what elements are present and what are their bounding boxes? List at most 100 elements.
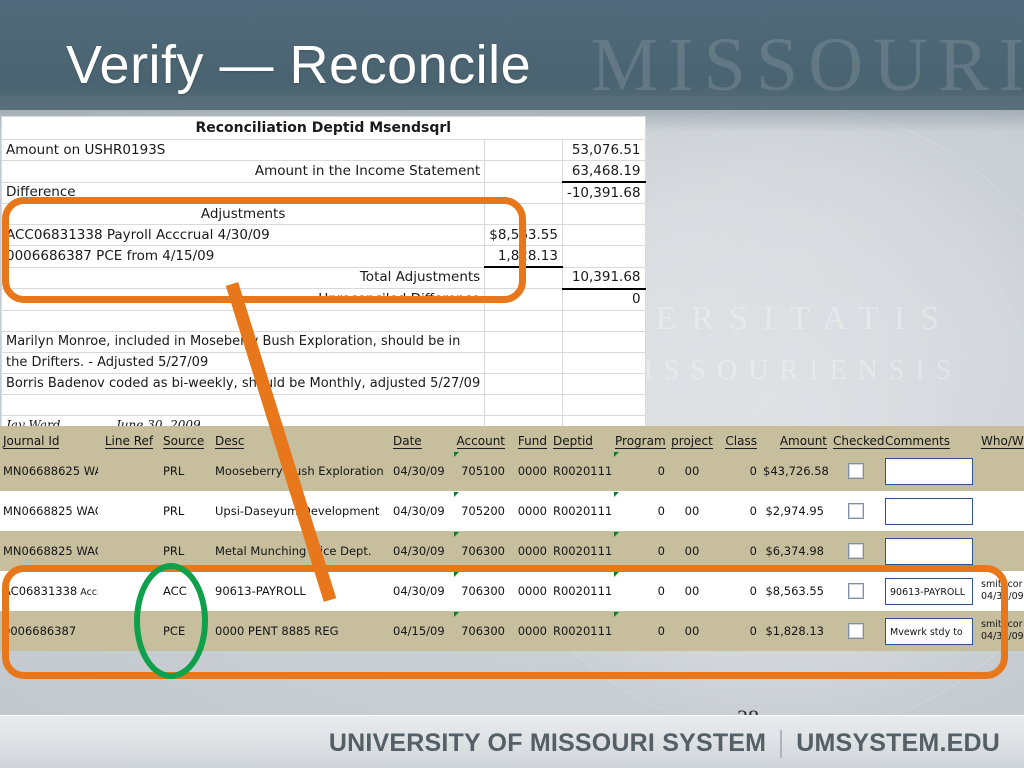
cell-class: 0	[716, 611, 760, 651]
cell-program: 0	[612, 491, 668, 531]
reconciliation-row-adjustment-amount	[484, 160, 563, 183]
checkbox-checked[interactable]	[848, 623, 864, 639]
comment-input[interactable]	[885, 497, 973, 525]
page-title: Verify — Reconcile	[66, 35, 532, 95]
table-row[interactable]: MN0668825 WAG PRL Metal Munching Mice Dept…	[0, 531, 1024, 571]
cell-deptid: R0020111	[550, 531, 612, 571]
comment-input[interactable]: Mvewrk stdy to	[885, 617, 973, 645]
cell-desc: 0000 PENT 8885 REG	[212, 611, 390, 651]
cell-line-ref	[98, 531, 160, 571]
cell-journal-id: MN06688625 WAG	[0, 451, 98, 491]
footer-divider	[780, 729, 783, 758]
column-header-label: Class	[725, 434, 757, 449]
reconciliation-row-label: Amount on USHR0193S	[0, 139, 486, 161]
cell-class: 0	[716, 451, 760, 491]
who-label: smithcor	[981, 579, 1023, 590]
checkbox-checked[interactable]	[848, 583, 864, 599]
cell-class: 0	[716, 491, 760, 531]
reconciliation-row-adjustment-amount: 1,828.13	[484, 245, 563, 268]
table-row[interactable]: MN0668825 WAG PRL Upsi-Daseyum Development…	[0, 491, 1024, 531]
cell-account: 705100	[452, 451, 508, 491]
column-header-source[interactable]: Source	[160, 426, 212, 451]
reconciliation-row: 0006686387 PCE from 4/15/09 1,828.13	[0, 245, 646, 268]
reconciliation-spacer-row	[0, 309, 646, 332]
cell-who-when	[978, 451, 1024, 491]
column-header-account[interactable]: Account	[452, 426, 508, 451]
comment-input[interactable]: 90613-PAYROLL	[885, 577, 973, 605]
cell-who-when	[978, 491, 1024, 531]
column-header-project[interactable]: project	[668, 426, 716, 451]
cell-deptid: R0020111	[550, 451, 612, 491]
cell-line-ref	[98, 611, 160, 651]
cell-source: PCE	[160, 611, 212, 651]
column-header-journal-id[interactable]: Journal Id	[0, 426, 98, 451]
reconciliation-spacer-row	[0, 393, 646, 416]
reconciliation-row-label: Adjustments	[0, 203, 486, 225]
reconciliation-row: Amount on USHR0193S 53,076.51	[0, 139, 646, 161]
reconciliation-row-adjustment-amount	[484, 203, 563, 225]
reconciliation-row-adjustment-amount: $8,563.55	[484, 224, 563, 246]
column-header-amount[interactable]: Amount	[760, 426, 830, 451]
reconciliation-row-amount: 53,076.51	[561, 139, 646, 161]
column-header-deptid[interactable]: Deptid	[550, 426, 612, 451]
cell-journal-id: MN0668825 WAG	[0, 491, 98, 531]
column-header-program[interactable]: Program	[612, 426, 668, 451]
cell-desc: Mooseberry Bush Exploration	[212, 451, 390, 491]
cell-comments: 90613-PAYROLL	[882, 571, 978, 611]
table-row[interactable]: AC06831338 AccrualACC90613-PAYROLL04/30/…	[0, 571, 1024, 611]
reconciliation-note-row: Marilyn Monroe, included in Moseberry Bu…	[0, 330, 646, 353]
cell-deptid: R0020111	[550, 611, 612, 651]
column-header-who-whe[interactable]: Who/Whe	[978, 426, 1024, 451]
checkbox-checked[interactable]	[848, 503, 864, 519]
reconciliation-row-amount	[561, 245, 646, 268]
column-header-comments[interactable]: Comments	[882, 426, 978, 451]
column-header-date[interactable]: Date	[390, 426, 452, 451]
column-header-class[interactable]: Class	[716, 426, 760, 451]
table-row[interactable]: 0006686387 PCE 0000 PENT 8885 REG 04/15/09 7…	[0, 611, 1024, 651]
cell-project: 00	[668, 571, 716, 611]
reconciliation-note-text: Borris Badenov coded as bi-weekly, shoul…	[0, 372, 486, 395]
cell-account: 706300	[452, 611, 508, 651]
cell-comments: Mvewrk stdy to	[882, 611, 978, 651]
checkbox-checked[interactable]	[848, 463, 864, 479]
cell-account: 705200	[452, 491, 508, 531]
checkbox-checked[interactable]	[848, 543, 864, 559]
spacer-cell	[561, 393, 646, 416]
cell-amount: $1,828.13	[760, 611, 830, 651]
cell-date: 04/30/09	[390, 571, 452, 611]
cell-fund: 0000	[508, 491, 550, 531]
reconciliation-row: Adjustments	[0, 203, 646, 225]
column-header-label: Amount	[779, 434, 827, 449]
cell-desc: Upsi-Daseyum Development	[212, 491, 390, 531]
column-header-label: project	[671, 434, 713, 449]
column-header-checked[interactable]: Checked	[830, 426, 885, 451]
spacer-cell	[561, 309, 646, 332]
cell-who-when: smithcor 04/30/09	[978, 611, 1024, 651]
comment-input[interactable]	[885, 537, 973, 565]
cell-fund: 0000	[508, 531, 550, 571]
reconciliation-row-amount: 10,391.68	[561, 266, 646, 289]
cell-project: 00	[668, 491, 716, 531]
column-header-fund[interactable]: Fund	[508, 426, 550, 451]
cell-source: ACC	[160, 571, 212, 611]
cell-line-ref	[98, 571, 160, 611]
cell-checked	[830, 611, 882, 651]
column-header-label: Journal Id	[3, 434, 60, 449]
cell-checked	[830, 571, 882, 611]
cell-program: 0	[612, 611, 668, 651]
cell-checked	[830, 451, 882, 491]
note-spacer	[484, 372, 563, 395]
column-header-label: Comments	[885, 434, 951, 449]
column-header-label: Checked	[833, 434, 885, 449]
table-row[interactable]: MN06688625 WAG PRLMooseberry Bush Explora…	[0, 451, 1024, 491]
reconciliation-row-amount: 0	[561, 287, 646, 311]
cell-project: 00	[668, 451, 716, 491]
note-spacer	[484, 330, 563, 353]
column-header-desc[interactable]: Desc	[212, 426, 390, 451]
comment-input[interactable]	[885, 457, 973, 485]
when-label: 04/30/09	[981, 591, 1024, 602]
reconciliation-row-label: ACC06831338 Payroll Acccrual 4/30/09	[0, 224, 486, 246]
cell-source: PRL	[160, 451, 212, 491]
column-header-line-ref[interactable]: Line Ref	[98, 426, 160, 451]
note-spacer	[484, 351, 563, 374]
